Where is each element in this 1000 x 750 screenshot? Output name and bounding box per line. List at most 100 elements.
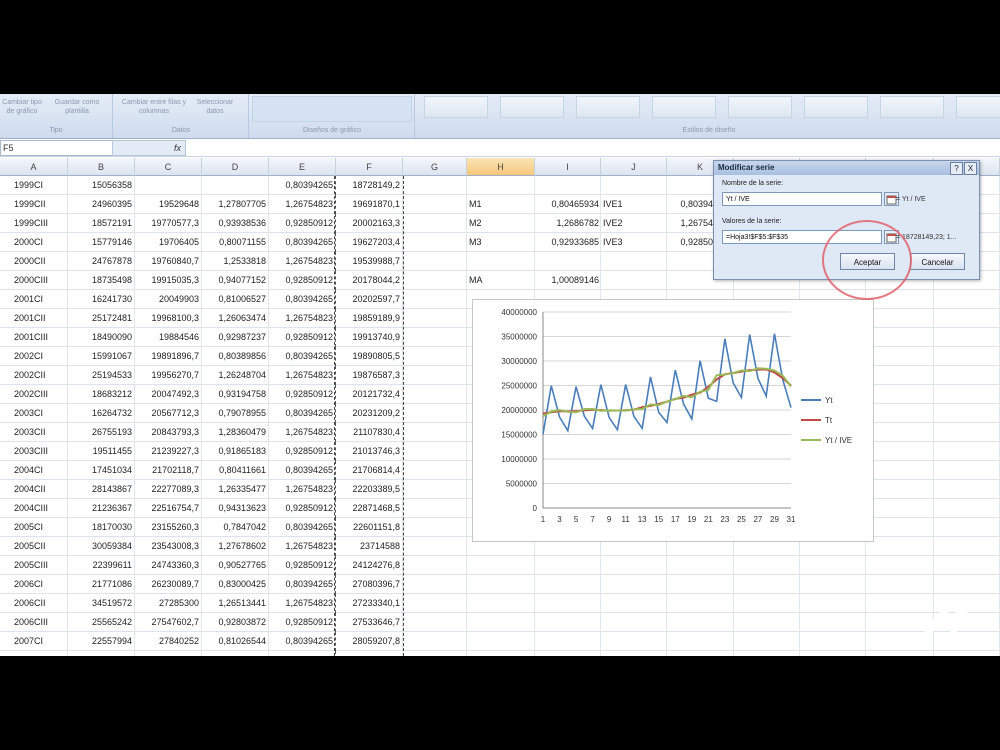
change-chart-type-button[interactable]: Cambiar tipo de gráfico	[0, 98, 44, 116]
cell[interactable]	[601, 575, 667, 594]
cell[interactable]: 22557994	[68, 632, 135, 651]
cell[interactable]: 0,92987237	[202, 328, 269, 347]
help-button[interactable]: ?	[950, 162, 963, 175]
cell[interactable]	[467, 651, 535, 656]
cell[interactable]	[403, 252, 467, 271]
cell[interactable]	[535, 556, 601, 575]
cell[interactable]	[667, 556, 734, 575]
cell[interactable]: 28143867	[68, 480, 135, 499]
cell[interactable]: 0,94077152	[202, 271, 269, 290]
cell[interactable]	[135, 176, 202, 195]
cell[interactable]: 0,83000425	[202, 575, 269, 594]
cell[interactable]	[403, 575, 467, 594]
cell[interactable]	[800, 575, 866, 594]
column-header[interactable]: B	[68, 158, 135, 176]
column-header[interactable]: D	[202, 158, 269, 176]
cell[interactable]	[866, 575, 934, 594]
chart-layouts-gallery[interactable]	[252, 96, 412, 122]
cell[interactable]	[403, 423, 467, 442]
cell[interactable]: 0,80071155	[202, 233, 269, 252]
cell[interactable]	[866, 347, 934, 366]
cell[interactable]: 2002CI	[0, 347, 68, 366]
cell[interactable]	[934, 442, 1000, 461]
cell[interactable]	[403, 271, 467, 290]
cell[interactable]: 18735498	[68, 271, 135, 290]
cell[interactable]	[934, 537, 1000, 556]
column-header[interactable]: I	[535, 158, 601, 176]
cell[interactable]: 24743360,3	[135, 556, 202, 575]
cell[interactable]	[202, 176, 269, 195]
cell[interactable]	[601, 613, 667, 632]
cell[interactable]: 2002CIII	[0, 385, 68, 404]
cell[interactable]: 0,80394265	[269, 518, 336, 537]
cell[interactable]	[403, 632, 467, 651]
cell[interactable]: 2004CI	[0, 461, 68, 480]
fx-button[interactable]: fx	[112, 140, 186, 156]
cell[interactable]: 23543008,3	[135, 537, 202, 556]
cell[interactable]: 34519572	[68, 594, 135, 613]
cell[interactable]: 18572191	[68, 214, 135, 233]
cell[interactable]: 16264732	[68, 404, 135, 423]
cell[interactable]	[800, 613, 866, 632]
cell[interactable]	[866, 385, 934, 404]
cell[interactable]: 0,91865183	[202, 442, 269, 461]
column-header[interactable]: A	[0, 158, 68, 176]
cell[interactable]	[866, 537, 934, 556]
column-header[interactable]: E	[269, 158, 336, 176]
cell[interactable]: 1,26754823	[269, 195, 336, 214]
cell[interactable]	[734, 594, 800, 613]
cell[interactable]	[403, 556, 467, 575]
cell[interactable]: 2006CIII	[0, 613, 68, 632]
cell[interactable]	[403, 309, 467, 328]
cell[interactable]	[467, 252, 535, 271]
cell[interactable]: 19884546	[135, 328, 202, 347]
column-header[interactable]: F	[336, 158, 403, 176]
cell[interactable]: 24767878	[68, 252, 135, 271]
chart-style-swatch[interactable]	[956, 96, 1000, 118]
cell[interactable]: 0,80389856	[202, 347, 269, 366]
chart-style-swatch[interactable]	[424, 96, 488, 118]
cell[interactable]: 1,26754823	[269, 423, 336, 442]
select-data-button[interactable]: Seleccionar datos	[190, 98, 240, 116]
cell[interactable]	[667, 594, 734, 613]
cell[interactable]	[934, 404, 1000, 423]
cell[interactable]: 25565242	[68, 613, 135, 632]
cell[interactable]: 19915035,3	[135, 271, 202, 290]
cell[interactable]: 2001CIII	[0, 328, 68, 347]
cell[interactable]: 15779146	[68, 233, 135, 252]
cell[interactable]	[734, 556, 800, 575]
chart-style-swatch[interactable]	[500, 96, 564, 118]
cell[interactable]: 0,92850912	[269, 271, 336, 290]
cell[interactable]	[800, 594, 866, 613]
cell[interactable]: 2000CI	[0, 233, 68, 252]
cell[interactable]	[403, 366, 467, 385]
cell[interactable]: 1999CIII	[0, 214, 68, 233]
cell[interactable]: 2001CII	[0, 309, 68, 328]
cell[interactable]: 21239227,3	[135, 442, 202, 461]
cell[interactable]	[934, 423, 1000, 442]
chart-style-swatch[interactable]	[652, 96, 716, 118]
cell[interactable]	[601, 271, 667, 290]
column-header[interactable]: J	[601, 158, 667, 176]
cell[interactable]: 1,26063474	[202, 309, 269, 328]
cell[interactable]	[601, 556, 667, 575]
cell[interactable]: 19760840,7	[135, 252, 202, 271]
chart-style-swatch[interactable]	[728, 96, 792, 118]
cell[interactable]: 2001CI	[0, 290, 68, 309]
cell[interactable]: 19511455	[68, 442, 135, 461]
cell[interactable]: 15991067	[68, 347, 135, 366]
cell[interactable]: 1,26754823	[269, 480, 336, 499]
cell[interactable]	[734, 613, 800, 632]
cell[interactable]	[403, 613, 467, 632]
cell[interactable]: 0,81006527	[202, 290, 269, 309]
cancel-button[interactable]: Cancelar	[910, 253, 965, 270]
cell[interactable]	[535, 613, 601, 632]
save-template-button[interactable]: Guardar como plantilla	[44, 98, 110, 116]
cell[interactable]: 25172481	[68, 309, 135, 328]
cell[interactable]	[866, 328, 934, 347]
cell[interactable]	[866, 556, 934, 575]
cell[interactable]: 0,80394265	[269, 575, 336, 594]
cell[interactable]: 27285300	[135, 594, 202, 613]
cell[interactable]	[866, 309, 934, 328]
cell[interactable]	[535, 575, 601, 594]
